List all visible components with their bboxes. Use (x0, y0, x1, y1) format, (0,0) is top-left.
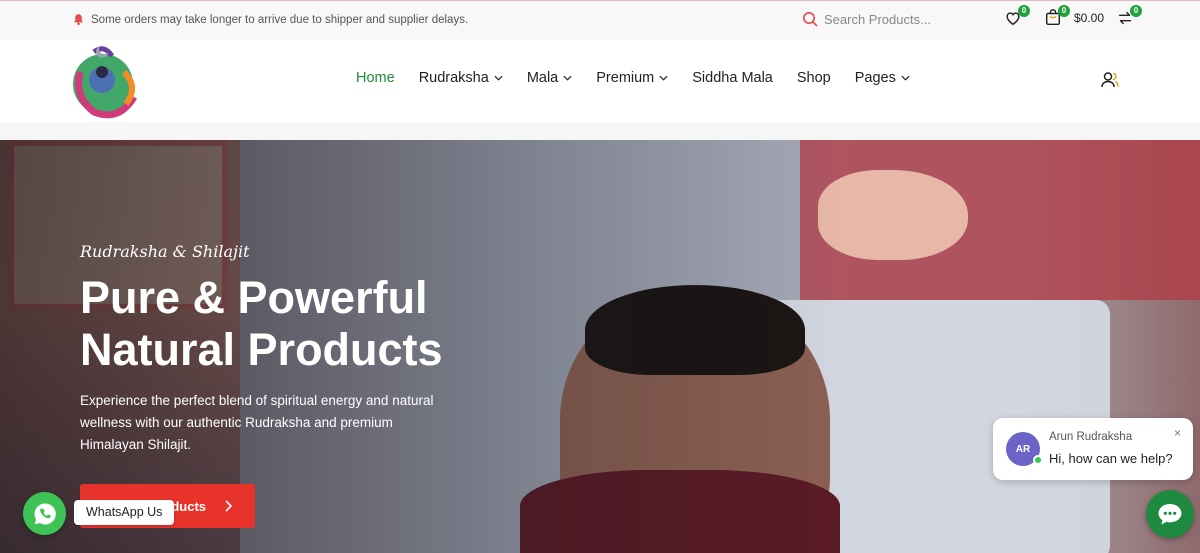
chat-message: Hi, how can we help? (1049, 451, 1173, 466)
chat-open-button[interactable] (1146, 490, 1194, 538)
announcement-bar: Some orders may take longer to arrive du… (0, 0, 1200, 40)
main-header: Home Rudraksha Mala Premium Siddha Mala … (0, 40, 1200, 122)
shiva-logo-icon (73, 46, 138, 119)
nav-siddha-mala[interactable]: Siddha Mala (692, 70, 773, 86)
wishlist-count-badge: 0 (1018, 5, 1030, 17)
hero-banner: Rudraksha & Shilajit Pure & Powerful Nat… (0, 140, 1200, 553)
nav-shop[interactable]: Shop (797, 70, 831, 86)
nav-mala-label: Mala (526, 70, 559, 86)
shop-products-button-label: ducts (171, 498, 206, 514)
hero-title: Pure & Powerful Natural Products (80, 272, 560, 376)
chat-bubble-icon (1158, 504, 1182, 525)
nav-pages-label: Pages (854, 70, 896, 86)
chevron-down-icon (494, 75, 503, 81)
cart-count-badge: 0 (1058, 5, 1070, 17)
header-actions: 0 0 $0.00 0 (1002, 5, 1143, 29)
site-logo[interactable] (64, 42, 142, 120)
nav-home[interactable]: Home (356, 70, 395, 86)
search-icon[interactable] (802, 11, 818, 27)
nav-rudraksha[interactable]: Rudraksha (419, 70, 503, 86)
hero-description: Experience the perfect blend of spiritua… (80, 393, 434, 452)
user-account-icon[interactable] (1100, 70, 1120, 90)
nav-premium[interactable]: Premium (596, 70, 668, 86)
compare-count-badge: 0 (1130, 5, 1143, 17)
nav-siddha-mala-label: Siddha Mala (692, 70, 773, 86)
chevron-down-icon (563, 75, 572, 81)
hero-title-line1: Pure & Powerful (80, 272, 428, 323)
whatsapp-icon (34, 502, 56, 524)
whatsapp-label[interactable]: WhatsApp Us (74, 500, 175, 525)
search-box[interactable]: Search Products... (802, 11, 931, 27)
nav-rudraksha-label: Rudraksha (418, 70, 489, 86)
chat-popup[interactable]: AR Arun Rudraksha Hi, how can we help? × (993, 418, 1193, 480)
wishlist-button[interactable]: 0 (1002, 5, 1030, 29)
hero-title-line2: Natural Products (80, 324, 443, 375)
cart-total[interactable]: $0.00 (1074, 11, 1104, 25)
nav-premium-label: Premium (596, 70, 655, 86)
chat-agent-name: Arun Rudraksha (1049, 431, 1133, 443)
whatsapp-button[interactable] (23, 492, 66, 535)
bell-icon (74, 14, 83, 26)
close-icon[interactable]: × (1174, 426, 1181, 440)
chevron-right-icon (225, 500, 233, 512)
nav-shop-label: Shop (796, 70, 831, 86)
hero-tagline: Rudraksha & Shilajit (80, 242, 250, 261)
notice-text: Some orders may take longer to arrive du… (91, 13, 469, 26)
compare-button[interactable]: 0 (1114, 5, 1143, 29)
shipping-notice: Some orders may take longer to arrive du… (72, 13, 468, 26)
nav-home-label: Home (356, 70, 395, 86)
chevron-down-icon (659, 75, 668, 81)
nav-mala[interactable]: Mala (527, 70, 572, 86)
online-status-dot (1033, 455, 1043, 465)
nav-pages[interactable]: Pages (855, 70, 910, 86)
chevron-down-icon (901, 75, 910, 81)
main-nav: Home Rudraksha Mala Premium Siddha Mala … (356, 70, 934, 86)
cart-button[interactable]: 0 (1042, 5, 1070, 29)
search-input[interactable]: Search Products... (824, 12, 931, 27)
